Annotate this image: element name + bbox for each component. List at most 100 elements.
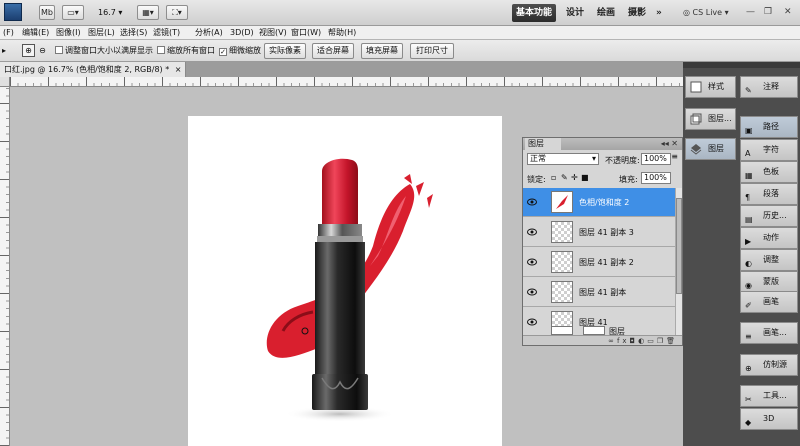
- dock-masks[interactable]: ◉ 蒙版: [740, 271, 798, 293]
- panel-collapse-icon[interactable]: ◂◂ ✕: [661, 138, 678, 150]
- layer-row[interactable]: 色相/饱和度 2: [523, 188, 675, 217]
- dock-character[interactable]: A 字符: [740, 139, 798, 161]
- dock-brushes[interactable]: ✐ 画笔: [740, 291, 798, 313]
- workspace-design[interactable]: 设计: [566, 4, 584, 22]
- layer-thumbnail: [551, 221, 573, 243]
- lock-position-icon[interactable]: ✛: [571, 173, 578, 182]
- document-tab[interactable]: 口红.jpg @ 16.7% (色相/饱和度 2, RGB/8) * ×: [0, 62, 186, 77]
- delete-layer-icon[interactable]: 🗑: [666, 337, 678, 345]
- zoom-level-field[interactable]: 16.7 ▾: [98, 6, 128, 19]
- dock-swatches[interactable]: ▦ 色板: [740, 161, 798, 183]
- dock-brush-presets[interactable]: ≡ 画笔...: [740, 322, 798, 344]
- dock-layer-comps[interactable]: 图层...: [685, 108, 736, 130]
- dock-grip[interactable]: [683, 62, 738, 68]
- dock-layers[interactable]: 图层: [685, 138, 736, 160]
- view-extras-button[interactable]: ▭▾: [62, 5, 84, 20]
- layer-name: 图层 41 副本: [579, 288, 627, 297]
- visibility-eye-icon[interactable]: [527, 228, 537, 236]
- workspace-painting[interactable]: 绘画: [597, 4, 615, 22]
- workspace-more-button[interactable]: »: [656, 4, 662, 22]
- layer-row[interactable]: 图层 41 副本 3: [523, 218, 675, 247]
- layers-tab[interactable]: 图层: [525, 138, 561, 150]
- layers-panel-footer: ∞fx◘◐▭❐🗑: [523, 335, 682, 345]
- dock-adjustments[interactable]: ◐ 调整: [740, 249, 798, 271]
- ruler-origin[interactable]: [0, 77, 10, 87]
- fit-screen-button[interactable]: 适合屏幕: [312, 43, 354, 59]
- scrubby-zoom-checkbox[interactable]: ✓ 细微缩放: [219, 45, 261, 57]
- zoom-all-windows-checkbox[interactable]: 缩放所有窗口: [157, 45, 215, 57]
- fill-field[interactable]: 100%: [641, 172, 671, 184]
- layer-thumbnail: [551, 326, 573, 335]
- scrollbar-thumb[interactable]: [676, 198, 682, 294]
- menu-3d[interactable]: 3D(D): [230, 26, 254, 40]
- character-icon: A: [745, 149, 751, 158]
- link-layers-icon[interactable]: ∞: [608, 337, 617, 345]
- zoom-out-icon[interactable]: ⊖: [36, 44, 49, 57]
- screen-mode-button[interactable]: ⛶▾: [166, 5, 188, 20]
- add-mask-icon[interactable]: ◘: [630, 337, 639, 345]
- dock-paragraph[interactable]: ¶ 段落: [740, 183, 798, 205]
- resize-windows-checkbox[interactable]: 调整窗口大小以满屏显示: [55, 45, 153, 57]
- lock-transparent-icon[interactable]: ▫: [551, 173, 556, 182]
- image-canvas[interactable]: [188, 116, 502, 446]
- dock-tool-presets[interactable]: ✂ 工具...: [740, 385, 798, 407]
- cs-live-button[interactable]: ◎ CS Live ▾: [683, 5, 735, 20]
- zoom-in-icon[interactable]: ⊕: [22, 44, 35, 57]
- paragraph-icon: ¶: [745, 193, 751, 202]
- dock-grip[interactable]: [738, 62, 800, 68]
- actual-pixels-button[interactable]: 实际像素: [264, 43, 306, 59]
- menu-layer[interactable]: 图层(L): [88, 26, 115, 40]
- menu-window[interactable]: 窗口(W): [291, 26, 321, 40]
- workspace-photography[interactable]: 摄影: [628, 4, 646, 22]
- menu-analysis[interactable]: 分析(A): [195, 26, 223, 40]
- close-button[interactable]: ✕: [784, 6, 792, 18]
- fill-label: 填充:: [619, 175, 638, 184]
- dock-actions[interactable]: ▶ 动作: [740, 227, 798, 249]
- lock-all-icon[interactable]: ■: [581, 173, 589, 182]
- opacity-field[interactable]: 100%: [641, 153, 671, 165]
- menu-view[interactable]: 视图(V): [259, 26, 287, 40]
- dock-paths[interactable]: ▣ 路径: [740, 116, 798, 138]
- restore-button[interactable]: ❐: [764, 6, 772, 18]
- menu-edit[interactable]: 编辑(E): [22, 26, 49, 40]
- visibility-eye-icon[interactable]: [527, 288, 537, 296]
- new-group-icon[interactable]: ▭: [647, 337, 657, 345]
- masks-icon: ◉: [745, 281, 752, 290]
- dock-history[interactable]: ▤ 历史...: [740, 205, 798, 227]
- workspace-essentials[interactable]: 基本功能: [512, 4, 556, 22]
- lock-image-icon[interactable]: ✎: [561, 173, 568, 182]
- arrange-documents-button[interactable]: ▦▾: [137, 5, 159, 20]
- menu-filter[interactable]: 滤镜(T): [153, 26, 180, 40]
- dock-3d[interactable]: ◆ 3D: [740, 408, 798, 430]
- menu-file[interactable]: (F): [3, 26, 14, 40]
- new-layer-icon[interactable]: ❐: [657, 337, 666, 345]
- layers-icon: [690, 143, 702, 155]
- layer-name: 图层 41 副本 2: [579, 258, 634, 267]
- fill-screen-button[interactable]: 填充屏幕: [361, 43, 403, 59]
- tool-preset-arrow-icon[interactable]: ▸: [2, 40, 12, 62]
- menu-select[interactable]: 选择(S): [120, 26, 147, 40]
- adjustments-icon: ◐: [745, 259, 752, 268]
- layers-scrollbar[interactable]: [675, 188, 682, 336]
- layers-panel-header[interactable]: 图层 ◂◂ ✕: [523, 138, 682, 150]
- layer-row[interactable]: 图层 41 副本: [523, 278, 675, 307]
- new-adjustment-icon[interactable]: ◐: [638, 337, 647, 345]
- blend-mode-select[interactable]: 正常 ▾: [527, 153, 599, 165]
- visibility-eye-icon[interactable]: [527, 258, 537, 266]
- dock-styles[interactable]: 样式: [685, 76, 736, 98]
- menu-help[interactable]: 帮助(H): [328, 26, 356, 40]
- print-size-button[interactable]: 打印尺寸: [410, 43, 454, 59]
- horizontal-ruler[interactable]: [10, 77, 683, 87]
- dock-clone-source[interactable]: ⊕ 仿制源: [740, 354, 798, 376]
- minimize-button[interactable]: —: [746, 6, 755, 18]
- layer-row-partial[interactable]: 图层: [523, 324, 675, 335]
- visibility-eye-icon[interactable]: [527, 198, 537, 206]
- layer-comps-icon: [690, 113, 702, 125]
- launch-bridge-button[interactable]: Mb: [39, 5, 55, 20]
- dock-notes[interactable]: ✎ 注释: [740, 76, 798, 98]
- vertical-ruler[interactable]: [0, 87, 10, 446]
- layer-row[interactable]: 图层 41 副本 2: [523, 248, 675, 277]
- close-tab-icon[interactable]: ×: [175, 65, 182, 74]
- menu-image[interactable]: 图像(I): [56, 26, 81, 40]
- fx-icon[interactable]: fx: [617, 337, 630, 345]
